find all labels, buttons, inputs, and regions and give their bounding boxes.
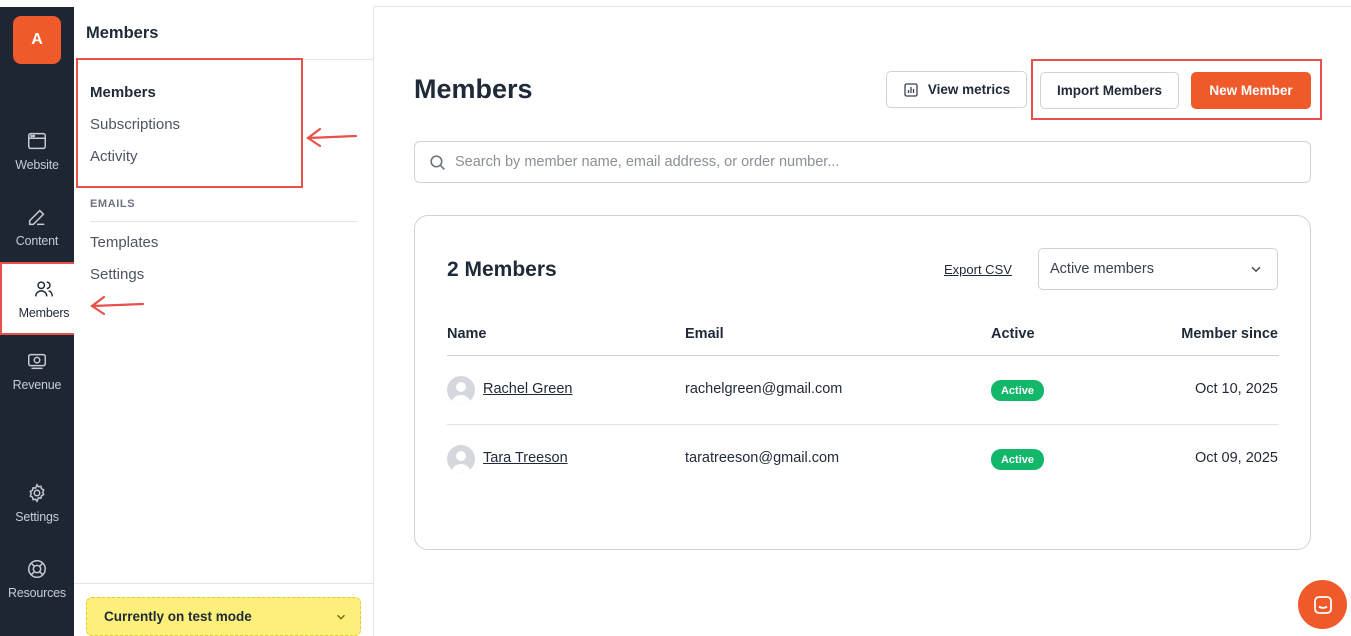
- members-count-title: 2 Members: [447, 258, 557, 281]
- user-placeholder-icon: [451, 382, 471, 404]
- import-members-label: Import Members: [1056, 83, 1163, 98]
- rail-item-label: Resources: [8, 586, 66, 600]
- column-header-active[interactable]: Active: [991, 326, 1035, 342]
- section-heading-emails: EMAILS: [90, 198, 136, 210]
- rail-item-label: Website: [15, 158, 59, 172]
- browser-window-icon: [28, 132, 46, 150]
- users-icon: [35, 280, 53, 296]
- avatar: [447, 445, 475, 473]
- rail-item-revenue[interactable]: Revenue: [0, 335, 74, 407]
- divider: [74, 583, 373, 584]
- annotation-arrow-icon: [306, 127, 358, 148]
- money-icon: [28, 353, 46, 370]
- chat-icon: [1313, 595, 1332, 614]
- column-header-email[interactable]: Email: [685, 326, 724, 342]
- member-since-date: Oct 10, 2025: [1194, 381, 1278, 397]
- rail-item-resources[interactable]: Resources: [0, 543, 74, 615]
- page-title: Members: [414, 74, 533, 104]
- annotation-box-sidebar-links: [76, 58, 303, 188]
- member-email: taratreeson@gmail.com: [685, 450, 840, 466]
- app-root: A Website Content Revenue Settings Resou…: [0, 0, 1351, 636]
- member-email: rachelgreen@gmail.com: [685, 381, 843, 397]
- search-input[interactable]: [455, 154, 1275, 170]
- user-placeholder-icon: [451, 451, 471, 473]
- search-icon: [430, 154, 445, 170]
- sidebar-item-email-settings[interactable]: Settings: [90, 266, 144, 283]
- member-name-link[interactable]: Rachel Green: [483, 381, 572, 397]
- members-card: 2 Members Export CSV Active members Name…: [414, 215, 1311, 550]
- status-badge: Active: [991, 380, 1044, 401]
- view-metrics-button[interactable]: View metrics: [886, 71, 1027, 108]
- divider: [90, 221, 357, 222]
- rail-item-label: Members: [18, 305, 70, 320]
- bar-chart-icon: [904, 82, 918, 97]
- search-bar: [414, 141, 1311, 183]
- member-name-link[interactable]: Tara Treeson: [483, 450, 568, 466]
- test-mode-banner[interactable]: Currently on test mode: [86, 597, 361, 636]
- workspace-avatar[interactable]: A: [13, 16, 61, 64]
- rail-item-content[interactable]: Content: [0, 191, 74, 263]
- pencil-icon: [28, 209, 45, 226]
- avatar: [447, 376, 475, 404]
- new-member-button[interactable]: New Member: [1191, 72, 1311, 109]
- rail-item-label: Content: [15, 234, 59, 248]
- rail-item-label: Settings: [15, 510, 59, 524]
- row-divider: [447, 424, 1279, 425]
- view-metrics-label: View metrics: [927, 82, 1011, 97]
- column-header-member-since[interactable]: Member since: [1181, 326, 1278, 342]
- rail-item-website[interactable]: Website: [0, 115, 74, 187]
- import-members-button[interactable]: Import Members: [1040, 72, 1179, 109]
- lifebuoy-icon: [28, 560, 46, 578]
- sidebar-item-templates[interactable]: Templates: [90, 234, 158, 251]
- chat-launcher-button[interactable]: [1298, 580, 1347, 629]
- member-filter-select[interactable]: Active members: [1038, 248, 1278, 290]
- export-csv-link[interactable]: Export CSV: [944, 262, 1012, 277]
- column-header-name[interactable]: Name: [447, 326, 487, 342]
- gear-icon: [29, 483, 45, 503]
- chevron-down-icon: [337, 614, 345, 620]
- sidebar-title: Members: [86, 24, 159, 42]
- rail-item-settings[interactable]: Settings: [0, 467, 74, 539]
- test-mode-label: Currently on test mode: [104, 609, 252, 624]
- member-since-date: Oct 09, 2025: [1194, 450, 1278, 466]
- rail-item-label: Revenue: [12, 378, 62, 392]
- new-member-label: New Member: [1209, 83, 1293, 98]
- annotation-arrow-icon: [90, 295, 145, 316]
- chevron-down-icon: [1251, 266, 1261, 273]
- status-badge: Active: [991, 449, 1044, 470]
- table-header-divider: [447, 355, 1279, 356]
- divider: [374, 6, 1351, 7]
- member-filter-value: Active members: [1050, 261, 1154, 277]
